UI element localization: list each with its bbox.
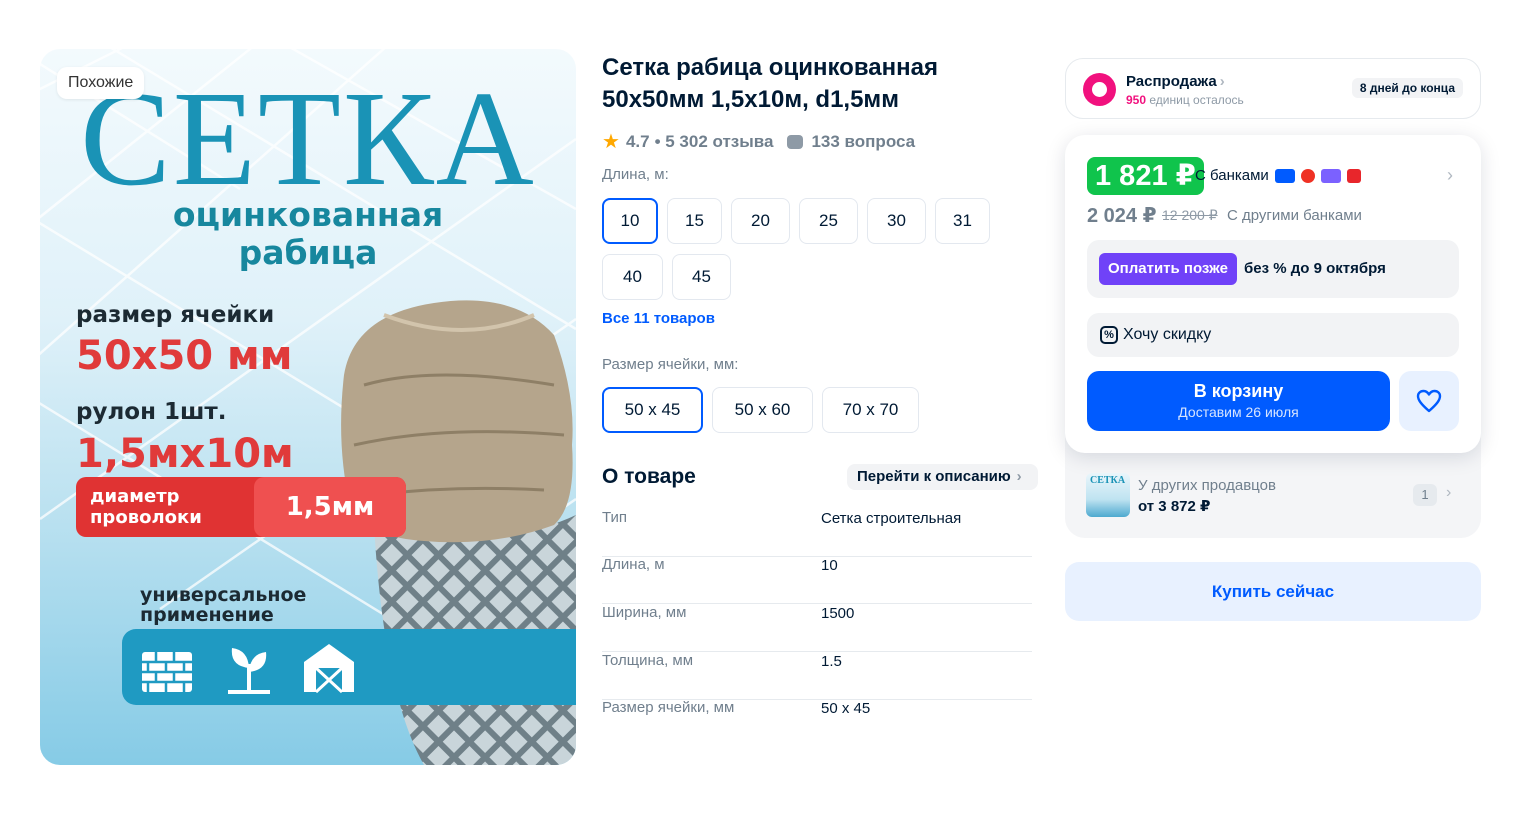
- favorite-button[interactable]: [1399, 371, 1459, 431]
- spec-key: Тип: [602, 509, 628, 526]
- sale-stock: 950 единиц осталось: [1126, 93, 1244, 107]
- rating-row[interactable]: ★ 4.7 • 5 302 отзыва 133 вопроса: [602, 129, 915, 154]
- spec-row: Ширина, мм 1500: [602, 604, 1032, 652]
- promo-universal: универсальное применение: [140, 585, 306, 625]
- question-icon: [787, 134, 804, 149]
- sale-stock-count: 950: [1126, 93, 1147, 107]
- ozon-bank-logo: [1274, 168, 1295, 183]
- cell-option-50x60[interactable]: 50 х 60: [712, 387, 813, 433]
- spec-key: Длина, м: [602, 556, 665, 573]
- other-banks-label: С другими банками: [1227, 207, 1362, 224]
- promo-diameter-value: 1,5мм: [254, 477, 406, 537]
- buy-now-button[interactable]: Купить сейчас: [1065, 562, 1481, 621]
- spec-row: Толщина, мм 1.5: [602, 652, 1032, 700]
- delivery-date: Доставим 26 июля: [1178, 404, 1299, 420]
- length-label: Длина, м:: [602, 166, 669, 183]
- add-to-cart-button[interactable]: В корзину Доставим 26 июля: [1087, 371, 1390, 431]
- spec-value: 50 x 45: [821, 700, 871, 717]
- card-price-banks[interactable]: С банками: [1195, 167, 1361, 184]
- cell-option-70x70[interactable]: 70 х 70: [822, 387, 919, 433]
- reviews-count[interactable]: • 5 302 отзыва: [655, 132, 774, 152]
- discount-percent-icon: %: [1100, 326, 1118, 344]
- promo-cell-value: 50х50 мм: [76, 333, 293, 379]
- cell-size-label: Размер ячейки, мм:: [602, 356, 739, 373]
- old-price: 12 200 ₽: [1162, 207, 1218, 223]
- brick-wall-icon: [142, 652, 192, 692]
- card-price-banks-label: С банками: [1195, 167, 1269, 184]
- other-sellers-label: У других продавцов: [1138, 477, 1276, 494]
- spec-value: 1.5: [821, 653, 842, 670]
- promo-roll-value: 1,5мх10м: [76, 431, 294, 477]
- length-option-25[interactable]: 25: [799, 198, 858, 244]
- sale-stock-suffix: единиц осталось: [1149, 93, 1244, 107]
- star-icon: ★: [602, 131, 620, 153]
- barn-icon: [304, 644, 354, 694]
- add-to-cart-label: В корзину: [1193, 381, 1284, 401]
- promo-subtitle-2: рабица: [238, 233, 378, 272]
- rating-value: 4.7: [625, 131, 650, 151]
- spec-row: Размер ячейки, мм 50 x 45: [602, 699, 1032, 747]
- promo-universal-line2: применение: [140, 604, 274, 626]
- bank-logo-3: [1320, 168, 1341, 183]
- card-price: 1 821 ₽: [1087, 157, 1204, 195]
- other-seller-thumbnail-text: СЕТКА: [1090, 475, 1126, 486]
- sale-title-text: Распродажа: [1126, 73, 1217, 90]
- spec-key: Ширина, мм: [602, 604, 687, 621]
- spec-value: Сетка строительная: [821, 510, 962, 527]
- sale-days-badge: 8 дней до конца: [1351, 78, 1463, 98]
- spec-key: Размер ячейки, мм: [602, 699, 735, 716]
- bank-logo-4: [1346, 168, 1361, 183]
- sale-title[interactable]: Распродажа ›: [1126, 73, 1225, 90]
- length-option-31[interactable]: 31: [935, 198, 990, 244]
- promo-diameter-label: диаметр проволоки: [90, 486, 202, 528]
- about-heading: О товаре: [602, 465, 696, 488]
- other-seller-thumbnail[interactable]: СЕТКА: [1086, 473, 1130, 517]
- promo-cell-label: размер ячейки: [76, 302, 275, 328]
- sale-logo-icon: [1083, 73, 1116, 106]
- similar-badge[interactable]: Похожие: [57, 67, 145, 99]
- spec-row: Тип Сетка строительная: [602, 509, 1032, 557]
- product-image[interactable]: Похожие СЕТКА оцинкованная рабица размер…: [40, 49, 576, 765]
- chevron-right-icon: ›: [1016, 468, 1022, 485]
- chevron-right-icon: ›: [1219, 73, 1225, 90]
- other-bank-price: 2 024 ₽: [1087, 205, 1157, 227]
- questions-count[interactable]: 133 вопроса: [811, 132, 915, 152]
- chevron-right-icon[interactable]: ›: [1447, 165, 1453, 186]
- length-option-10[interactable]: 10: [602, 198, 658, 244]
- garden-plant-icon: [228, 648, 270, 694]
- promo-universal-line1: универсальное: [140, 584, 307, 606]
- promo-diameter-badge: диаметр проволоки 1,5мм: [76, 477, 406, 537]
- other-sellers-count: 1: [1413, 484, 1437, 506]
- cell-option-50x45[interactable]: 50 х 45: [602, 387, 703, 433]
- length-option-20[interactable]: 20: [731, 198, 790, 244]
- buy-card: 1 821 ₽ С банками › 2 024 ₽ 12 200 ₽ С д…: [1065, 135, 1481, 453]
- product-title: Сетка рабица оцинкованная 50х50мм 1,5х10…: [602, 54, 938, 113]
- pay-later-row[interactable]: Оплатить позже без % до 9 октября: [1087, 240, 1459, 298]
- promo-roll-label: рулон 1шт.: [76, 399, 227, 425]
- heart-icon: [1416, 389, 1442, 413]
- spec-value: 10: [821, 557, 838, 574]
- pay-later-button[interactable]: Оплатить позже: [1099, 253, 1237, 285]
- length-option-30[interactable]: 30: [867, 198, 926, 244]
- pay-later-text: без % до 9 октября: [1244, 260, 1386, 277]
- spec-key: Толщина, мм: [602, 652, 694, 669]
- sale-card[interactable]: Распродажа › 950 единиц осталось 8 дней д…: [1065, 58, 1481, 119]
- chevron-right-icon[interactable]: ›: [1446, 484, 1451, 502]
- all-products-link[interactable]: Все 11 товаров: [602, 310, 715, 327]
- want-discount-button[interactable]: % Хочу скидку: [1087, 313, 1459, 357]
- promo-subtitle-1: оцинкованная: [172, 195, 444, 234]
- bank-logo-2: [1300, 168, 1315, 183]
- go-to-description-link[interactable]: Перейти к описанию ›: [847, 464, 1038, 490]
- length-option-40[interactable]: 40: [602, 254, 663, 300]
- other-sellers-price: от 3 872 ₽: [1138, 498, 1211, 515]
- length-option-45[interactable]: 45: [672, 254, 731, 300]
- length-option-15[interactable]: 15: [667, 198, 722, 244]
- usage-icons-band: [122, 629, 576, 705]
- want-discount-label: Хочу скидку: [1123, 326, 1212, 343]
- spec-value: 1500: [821, 605, 855, 622]
- go-to-description-label: Перейти к описанию: [857, 468, 1011, 485]
- spec-row: Длина, м 10: [602, 556, 1032, 604]
